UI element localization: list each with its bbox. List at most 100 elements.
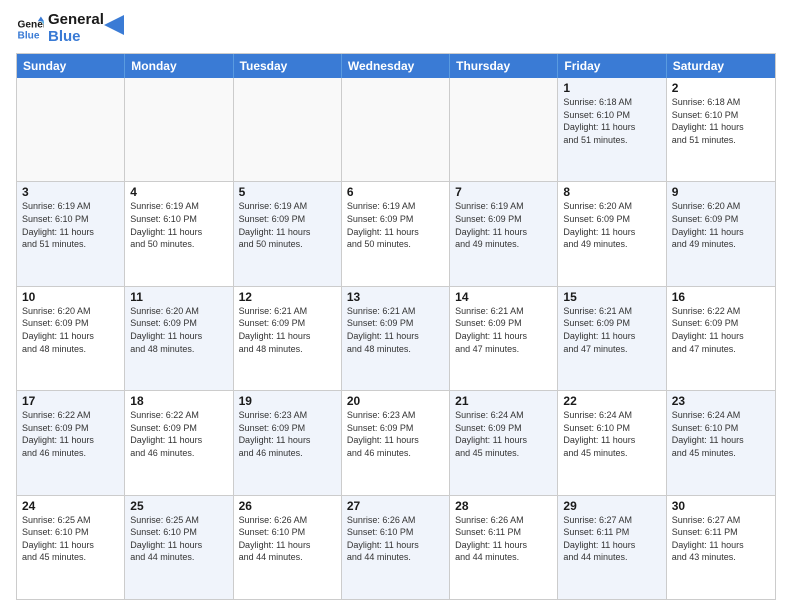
day-info: Sunrise: 6:23 AM Sunset: 6:09 PM Dayligh… bbox=[239, 409, 336, 459]
calendar-day-cell: 15Sunrise: 6:21 AM Sunset: 6:09 PM Dayli… bbox=[558, 287, 666, 390]
day-number: 24 bbox=[22, 499, 119, 513]
day-info: Sunrise: 6:19 AM Sunset: 6:10 PM Dayligh… bbox=[130, 200, 227, 250]
weekday-header: Thursday bbox=[450, 54, 558, 78]
weekday-header: Sunday bbox=[17, 54, 125, 78]
day-number: 10 bbox=[22, 290, 119, 304]
calendar-day-cell: 1Sunrise: 6:18 AM Sunset: 6:10 PM Daylig… bbox=[558, 78, 666, 181]
calendar-row: 17Sunrise: 6:22 AM Sunset: 6:09 PM Dayli… bbox=[17, 390, 775, 494]
day-number: 14 bbox=[455, 290, 552, 304]
weekday-header: Friday bbox=[558, 54, 666, 78]
day-number: 9 bbox=[672, 185, 770, 199]
day-number: 8 bbox=[563, 185, 660, 199]
calendar-day-cell: 17Sunrise: 6:22 AM Sunset: 6:09 PM Dayli… bbox=[17, 391, 125, 494]
day-number: 6 bbox=[347, 185, 444, 199]
weekday-header: Saturday bbox=[667, 54, 775, 78]
weekday-header: Wednesday bbox=[342, 54, 450, 78]
calendar-day-cell: 14Sunrise: 6:21 AM Sunset: 6:09 PM Dayli… bbox=[450, 287, 558, 390]
day-info: Sunrise: 6:19 AM Sunset: 6:09 PM Dayligh… bbox=[347, 200, 444, 250]
weekday-header: Monday bbox=[125, 54, 233, 78]
day-info: Sunrise: 6:25 AM Sunset: 6:10 PM Dayligh… bbox=[22, 514, 119, 564]
day-number: 18 bbox=[130, 394, 227, 408]
day-number: 27 bbox=[347, 499, 444, 513]
day-number: 12 bbox=[239, 290, 336, 304]
day-number: 13 bbox=[347, 290, 444, 304]
calendar-row: 3Sunrise: 6:19 AM Sunset: 6:10 PM Daylig… bbox=[17, 181, 775, 285]
day-number: 2 bbox=[672, 81, 770, 95]
day-info: Sunrise: 6:19 AM Sunset: 6:09 PM Dayligh… bbox=[239, 200, 336, 250]
weekday-header: Tuesday bbox=[234, 54, 342, 78]
day-number: 20 bbox=[347, 394, 444, 408]
day-number: 25 bbox=[130, 499, 227, 513]
calendar-body: 1Sunrise: 6:18 AM Sunset: 6:10 PM Daylig… bbox=[17, 78, 775, 599]
calendar-day-cell: 16Sunrise: 6:22 AM Sunset: 6:09 PM Dayli… bbox=[667, 287, 775, 390]
calendar-day-cell: 27Sunrise: 6:26 AM Sunset: 6:10 PM Dayli… bbox=[342, 496, 450, 599]
day-number: 22 bbox=[563, 394, 660, 408]
logo-icon: General Blue bbox=[16, 15, 44, 43]
logo-blue: Blue bbox=[48, 29, 104, 46]
calendar-day-cell: 10Sunrise: 6:20 AM Sunset: 6:09 PM Dayli… bbox=[17, 287, 125, 390]
day-info: Sunrise: 6:26 AM Sunset: 6:10 PM Dayligh… bbox=[239, 514, 336, 564]
day-number: 4 bbox=[130, 185, 227, 199]
day-info: Sunrise: 6:18 AM Sunset: 6:10 PM Dayligh… bbox=[563, 96, 660, 146]
calendar: SundayMondayTuesdayWednesdayThursdayFrid… bbox=[16, 53, 776, 600]
day-info: Sunrise: 6:24 AM Sunset: 6:10 PM Dayligh… bbox=[672, 409, 770, 459]
day-info: Sunrise: 6:22 AM Sunset: 6:09 PM Dayligh… bbox=[22, 409, 119, 459]
calendar-day-cell: 29Sunrise: 6:27 AM Sunset: 6:11 PM Dayli… bbox=[558, 496, 666, 599]
calendar-day-cell: 18Sunrise: 6:22 AM Sunset: 6:09 PM Dayli… bbox=[125, 391, 233, 494]
day-number: 17 bbox=[22, 394, 119, 408]
day-info: Sunrise: 6:20 AM Sunset: 6:09 PM Dayligh… bbox=[563, 200, 660, 250]
day-info: Sunrise: 6:21 AM Sunset: 6:09 PM Dayligh… bbox=[239, 305, 336, 355]
day-number: 1 bbox=[563, 81, 660, 95]
day-info: Sunrise: 6:25 AM Sunset: 6:10 PM Dayligh… bbox=[130, 514, 227, 564]
day-number: 28 bbox=[455, 499, 552, 513]
day-info: Sunrise: 6:26 AM Sunset: 6:11 PM Dayligh… bbox=[455, 514, 552, 564]
day-info: Sunrise: 6:21 AM Sunset: 6:09 PM Dayligh… bbox=[563, 305, 660, 355]
calendar-row: 24Sunrise: 6:25 AM Sunset: 6:10 PM Dayli… bbox=[17, 495, 775, 599]
empty-cell bbox=[17, 78, 125, 181]
day-number: 16 bbox=[672, 290, 770, 304]
day-number: 5 bbox=[239, 185, 336, 199]
calendar-day-cell: 4Sunrise: 6:19 AM Sunset: 6:10 PM Daylig… bbox=[125, 182, 233, 285]
calendar-day-cell: 13Sunrise: 6:21 AM Sunset: 6:09 PM Dayli… bbox=[342, 287, 450, 390]
calendar-day-cell: 2Sunrise: 6:18 AM Sunset: 6:10 PM Daylig… bbox=[667, 78, 775, 181]
calendar-day-cell: 12Sunrise: 6:21 AM Sunset: 6:09 PM Dayli… bbox=[234, 287, 342, 390]
logo-arrow-icon bbox=[104, 15, 124, 35]
calendar-day-cell: 20Sunrise: 6:23 AM Sunset: 6:09 PM Dayli… bbox=[342, 391, 450, 494]
calendar-day-cell: 26Sunrise: 6:26 AM Sunset: 6:10 PM Dayli… bbox=[234, 496, 342, 599]
day-info: Sunrise: 6:20 AM Sunset: 6:09 PM Dayligh… bbox=[130, 305, 227, 355]
logo: General Blue General Blue bbox=[16, 12, 124, 45]
calendar-row: 1Sunrise: 6:18 AM Sunset: 6:10 PM Daylig… bbox=[17, 78, 775, 181]
calendar-day-cell: 28Sunrise: 6:26 AM Sunset: 6:11 PM Dayli… bbox=[450, 496, 558, 599]
day-number: 26 bbox=[239, 499, 336, 513]
day-info: Sunrise: 6:26 AM Sunset: 6:10 PM Dayligh… bbox=[347, 514, 444, 564]
calendar-day-cell: 11Sunrise: 6:20 AM Sunset: 6:09 PM Dayli… bbox=[125, 287, 233, 390]
day-info: Sunrise: 6:27 AM Sunset: 6:11 PM Dayligh… bbox=[672, 514, 770, 564]
day-number: 3 bbox=[22, 185, 119, 199]
day-info: Sunrise: 6:24 AM Sunset: 6:10 PM Dayligh… bbox=[563, 409, 660, 459]
calendar-day-cell: 23Sunrise: 6:24 AM Sunset: 6:10 PM Dayli… bbox=[667, 391, 775, 494]
calendar-day-cell: 9Sunrise: 6:20 AM Sunset: 6:09 PM Daylig… bbox=[667, 182, 775, 285]
day-info: Sunrise: 6:19 AM Sunset: 6:10 PM Dayligh… bbox=[22, 200, 119, 250]
calendar-day-cell: 6Sunrise: 6:19 AM Sunset: 6:09 PM Daylig… bbox=[342, 182, 450, 285]
day-number: 19 bbox=[239, 394, 336, 408]
calendar-day-cell: 3Sunrise: 6:19 AM Sunset: 6:10 PM Daylig… bbox=[17, 182, 125, 285]
calendar-row: 10Sunrise: 6:20 AM Sunset: 6:09 PM Dayli… bbox=[17, 286, 775, 390]
day-number: 7 bbox=[455, 185, 552, 199]
calendar-day-cell: 8Sunrise: 6:20 AM Sunset: 6:09 PM Daylig… bbox=[558, 182, 666, 285]
day-info: Sunrise: 6:18 AM Sunset: 6:10 PM Dayligh… bbox=[672, 96, 770, 146]
day-info: Sunrise: 6:23 AM Sunset: 6:09 PM Dayligh… bbox=[347, 409, 444, 459]
day-number: 15 bbox=[563, 290, 660, 304]
day-info: Sunrise: 6:21 AM Sunset: 6:09 PM Dayligh… bbox=[455, 305, 552, 355]
day-info: Sunrise: 6:22 AM Sunset: 6:09 PM Dayligh… bbox=[672, 305, 770, 355]
empty-cell bbox=[125, 78, 233, 181]
page: General Blue General Blue SundayMondayTu… bbox=[0, 0, 792, 612]
calendar-day-cell: 24Sunrise: 6:25 AM Sunset: 6:10 PM Dayli… bbox=[17, 496, 125, 599]
day-info: Sunrise: 6:20 AM Sunset: 6:09 PM Dayligh… bbox=[22, 305, 119, 355]
day-info: Sunrise: 6:20 AM Sunset: 6:09 PM Dayligh… bbox=[672, 200, 770, 250]
calendar-day-cell: 19Sunrise: 6:23 AM Sunset: 6:09 PM Dayli… bbox=[234, 391, 342, 494]
header: General Blue General Blue bbox=[16, 12, 776, 45]
calendar-day-cell: 25Sunrise: 6:25 AM Sunset: 6:10 PM Dayli… bbox=[125, 496, 233, 599]
calendar-day-cell: 30Sunrise: 6:27 AM Sunset: 6:11 PM Dayli… bbox=[667, 496, 775, 599]
day-number: 11 bbox=[130, 290, 227, 304]
day-number: 30 bbox=[672, 499, 770, 513]
